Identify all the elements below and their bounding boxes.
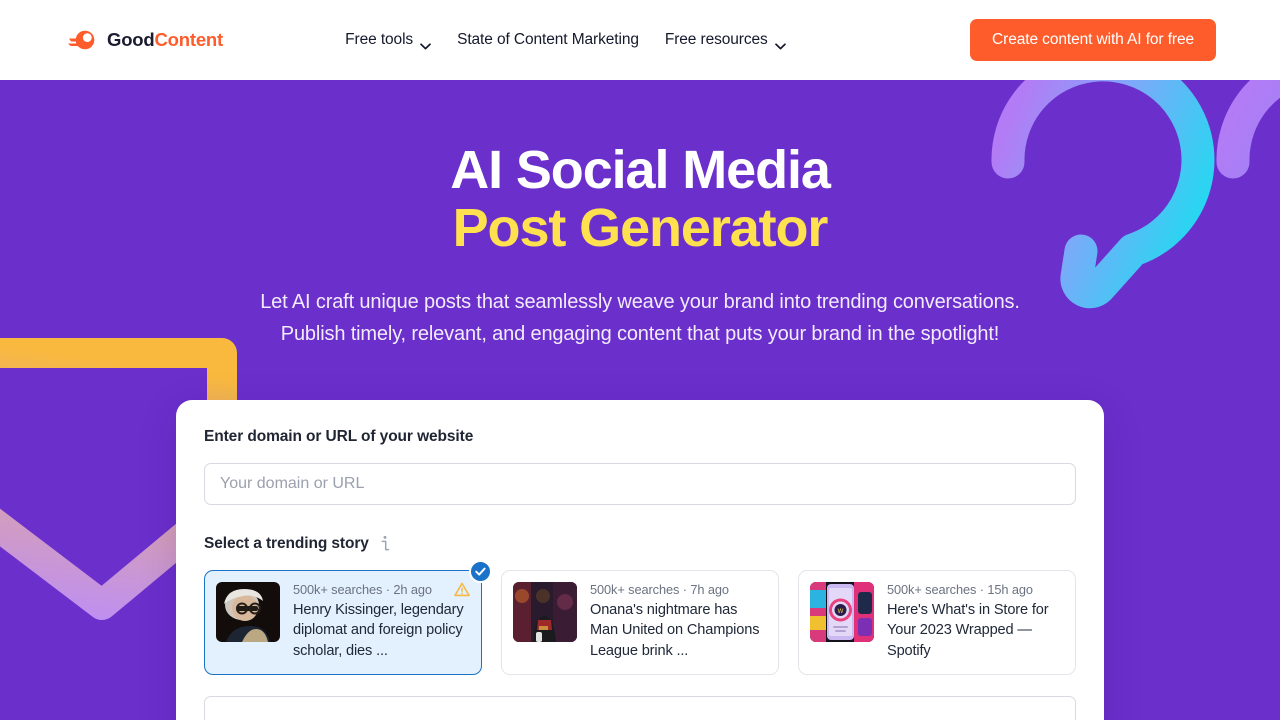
story-title: Here's What's in Store for Your 2023 Wra… [887,602,1049,659]
chevron-down-icon [774,37,786,49]
secondary-input-field[interactable] [204,696,1076,720]
hero-title-line1: AI Social Media [450,140,831,200]
story-body: 500k+ searches · 7h ago Onana's nightmar… [590,582,767,663]
nav-item-label: State of Content Marketing [457,31,639,48]
nav-item-label: Free resources [664,31,768,48]
generator-form-card: Enter domain or URL of your website Sele… [176,400,1104,720]
warning-triangle-icon [454,582,470,597]
site-header: GoodContent Free tools State of Content … [0,0,1280,80]
story-card[interactable]: 500k+ searches · 7h ago Onana's nightmar… [501,570,779,675]
page-root: GoodContent Free tools State of Content … [0,0,1280,720]
domain-field-label: Enter domain or URL of your website [204,428,474,445]
story-meta-row: 500k+ searches · 2h ago [293,582,470,597]
chevron-down-icon [420,37,431,49]
story-meta: 500k+ searches · 15h ago [887,582,1033,597]
create-content-cta-button[interactable]: Create content with AI for free [970,19,1216,61]
hero-subtitle-line2: Publish timely, relevant, and engaging c… [280,322,1000,345]
story-thumbnail [513,582,577,642]
story-thumbnail: W [810,582,874,642]
trending-story-label: Select a trending story [204,535,369,552]
story-meta: 500k+ searches · 2h ago [293,582,432,597]
story-body: 500k+ searches · 15h ago Here's What's i… [887,582,1064,663]
story-meta: 500k+ searches · 7h ago [590,582,729,597]
story-meta-row: 500k+ searches · 7h ago [590,582,767,597]
hero-content: AI Social Media Post Generator Let AI cr… [0,140,1280,350]
story-title: Onana's nightmare has Man United on Cham… [590,602,760,659]
nav-item-free-tools[interactable]: Free tools [345,31,431,49]
hero-title-line2: Post Generator [452,197,829,258]
story-body: 500k+ searches · 2h ago Henry Kissinger,… [293,582,470,663]
svg-text:W: W [838,609,844,615]
info-icon[interactable] [378,535,392,553]
domain-input[interactable] [204,463,1076,505]
main-navigation: Free tools State of Content Marketing Fr… [315,31,786,49]
page-title: AI Social Media Post Generator [0,140,1280,258]
logo-text-primary: Good [107,28,155,50]
hero-subtitle-line1: Let AI craft unique posts that seamlessl… [260,290,1020,313]
logo[interactable]: GoodContent [68,28,223,52]
logo-text: GoodContent [107,28,224,50]
logo-text-accent: Content [154,28,224,50]
story-card-selected[interactable]: 500k+ searches · 2h ago Henry Kissinger,… [204,560,492,675]
nav-item-label: Free tools [345,31,414,48]
story-meta-row: 500k+ searches · 15h ago [887,582,1064,597]
story-thumbnail [216,582,280,642]
comet-icon [68,28,98,52]
nav-item-state-of-content-marketing[interactable]: State of Content Marketing [457,31,639,49]
hero-subtitle: Let AI craft unique posts that seamlessl… [0,286,1280,350]
story-card[interactable]: W 500k+ searches · 15h ago Here's What's… [798,570,1076,675]
trending-story-label-row: Select a trending story [204,535,1076,553]
check-icon [469,560,492,583]
story-title: Henry Kissinger, legendary diplomat and … [293,602,464,659]
trending-stories-list: 500k+ searches · 2h ago Henry Kissinger,… [204,560,1076,675]
nav-item-free-resources[interactable]: Free resources [665,31,786,49]
